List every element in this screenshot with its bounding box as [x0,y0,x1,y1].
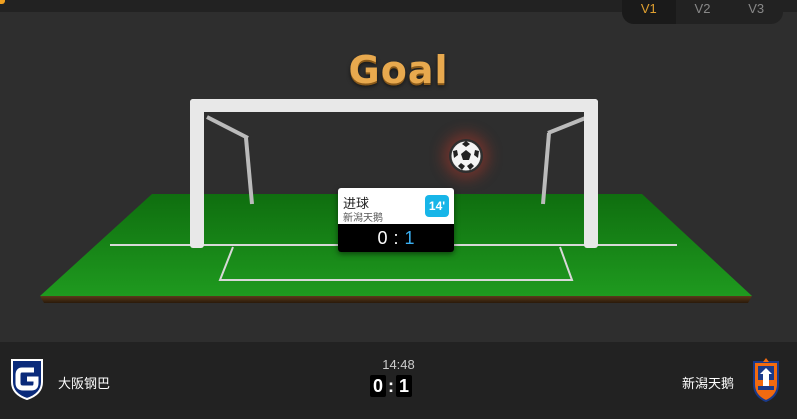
goal-post-right [584,99,598,248]
away-score: 1 [396,375,412,397]
event-team-name: 新潟天鹅 [343,213,383,224]
away-team-name: 新潟天鹅 [681,376,734,391]
goal-net-support-right-down [541,132,551,205]
goal-event-card: 进球 新潟天鹅 14' 0:1 [338,188,454,252]
event-score-separator: : [393,228,399,248]
pitch-edge [40,296,752,303]
match-score: 0 : 1 [370,375,412,397]
match-clock: 14:48 [382,357,415,372]
home-team-name: 大阪钢巴 [58,376,111,391]
event-minute-badge: 14' [425,195,449,217]
away-team-logo [750,358,782,407]
event-score-home: 0 [377,228,388,248]
score-separator: : [388,375,394,396]
scoreboard-bar: 大阪钢巴 14:48 0 : 1 新潟天鹅 [0,342,797,419]
event-score: 0:1 [338,224,454,252]
event-score-away: 1 [404,228,415,248]
goal-net-support-right [547,115,589,135]
goal-animation-title: Goal [348,48,449,92]
home-score: 0 [370,375,386,397]
goal-crossbar [190,99,598,112]
goal-post-left [190,99,204,248]
soccer-ball-icon [449,139,483,173]
goal-net-support-left [206,115,249,140]
